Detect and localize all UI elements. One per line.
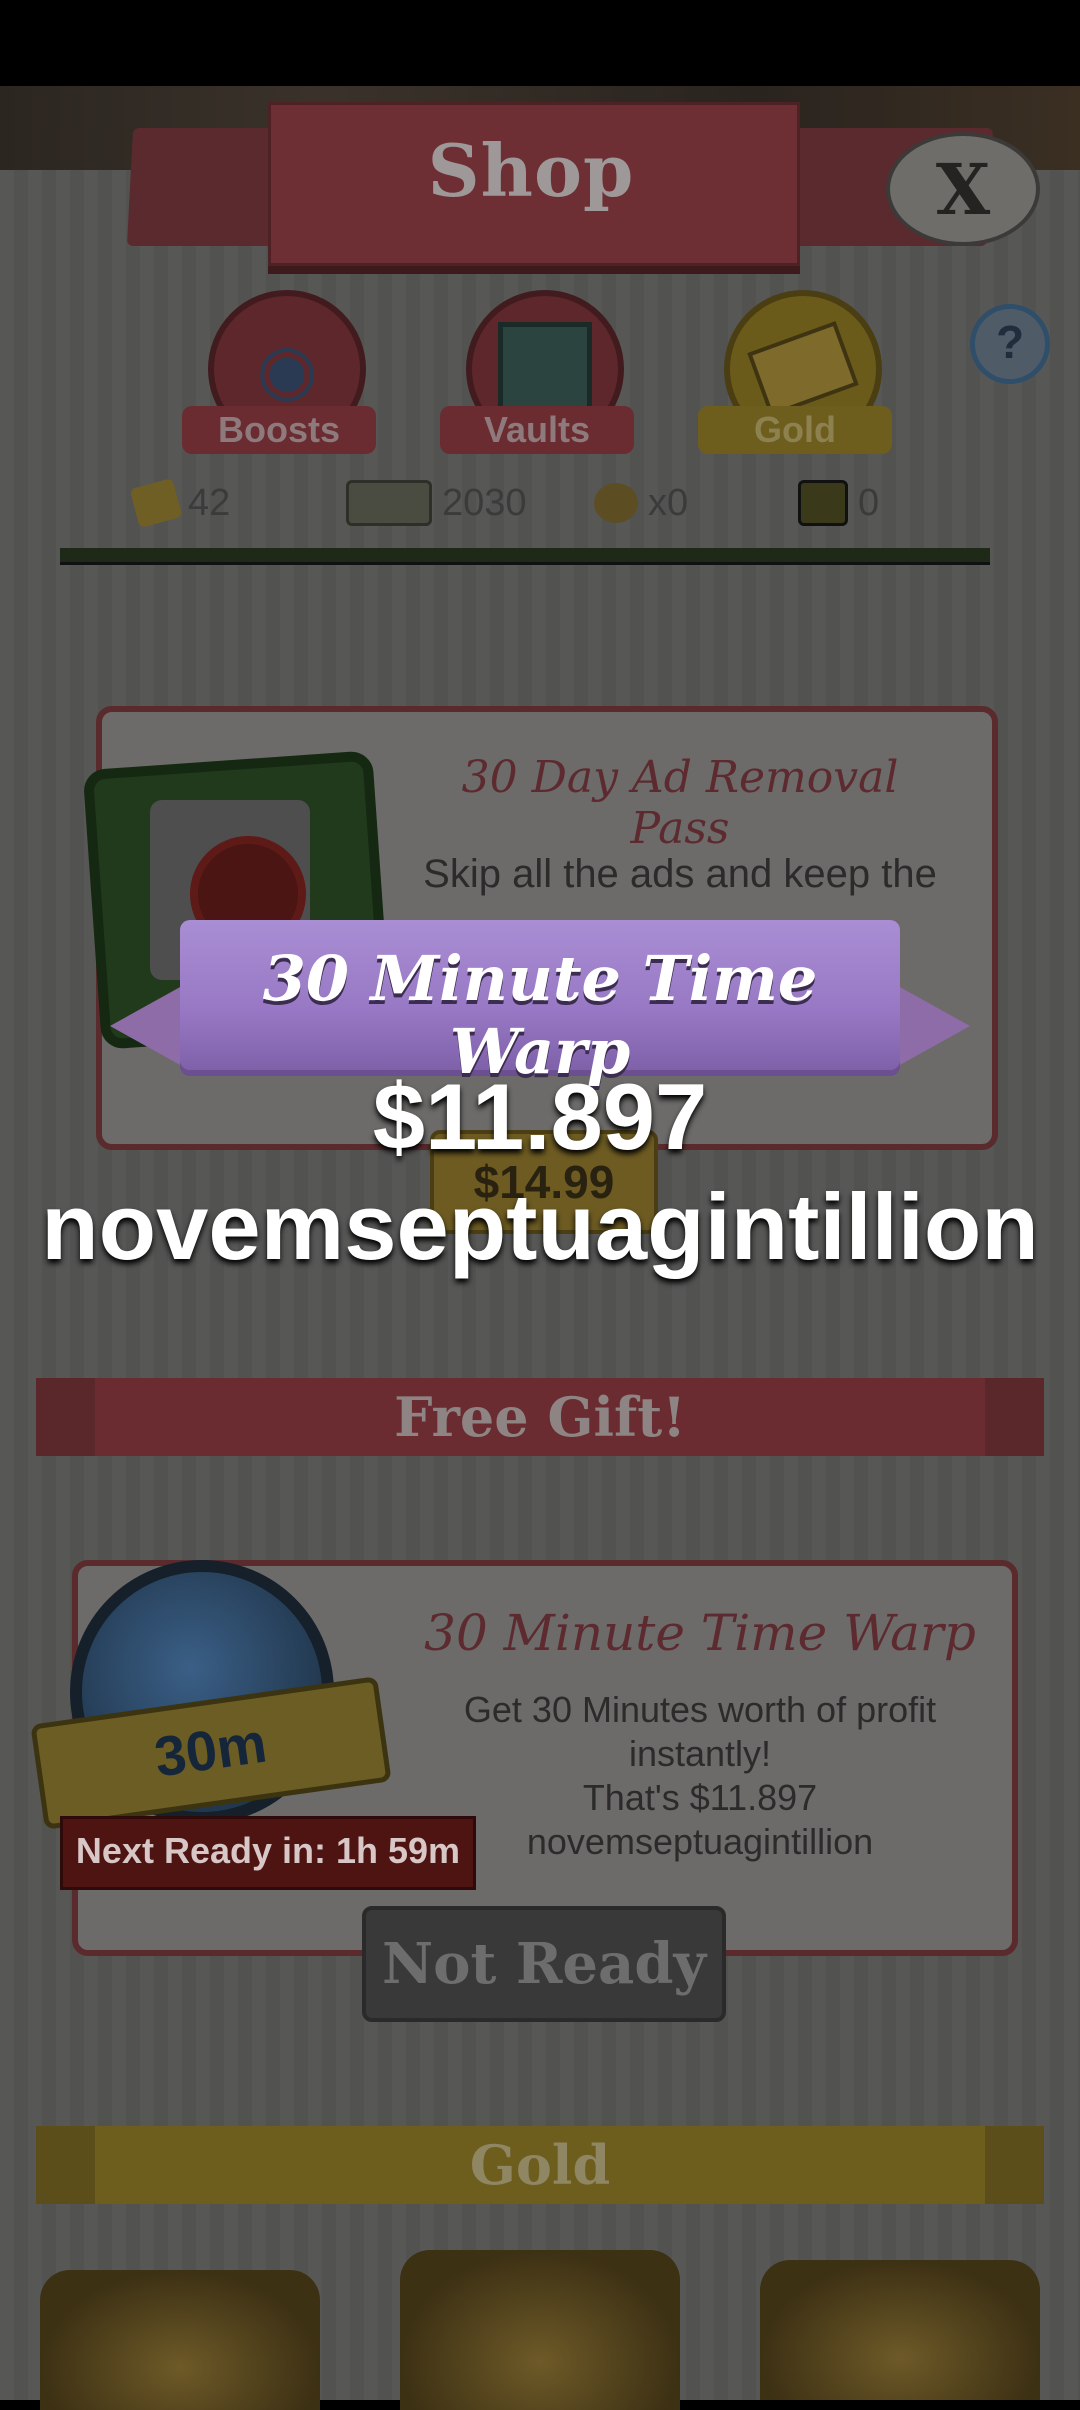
ad-removal-title: 30 Day Ad Removal Pass xyxy=(461,752,899,854)
free-gift-desc-line-3: That's $11.897 novemseptuagintillion xyxy=(526,1777,874,1862)
boost-bag-icon: ◉ xyxy=(256,330,318,408)
free-gift-desc-line-2: instantly! xyxy=(628,1733,772,1774)
currency-gold-value: 42 xyxy=(188,481,231,524)
currency-money-bag-value: x0 xyxy=(648,481,689,524)
currency-mega: 0 xyxy=(798,478,879,528)
gold-pack-medium[interactable] xyxy=(400,2250,680,2410)
popup-value-unit: novemseptuagintillion xyxy=(41,1174,1039,1279)
ad-removal-description: Skip all the ads and keep the xyxy=(423,852,937,896)
currency-gold: 42 xyxy=(129,477,231,529)
gold-section-title: Gold xyxy=(95,2126,985,2204)
tab-gold[interactable]: Gold xyxy=(698,406,892,454)
vault-icon xyxy=(498,322,592,416)
status-bar xyxy=(0,0,1080,86)
currency-cash: 2030 xyxy=(346,478,527,528)
section-divider xyxy=(60,548,990,565)
currency-cash-value: 2030 xyxy=(442,481,527,524)
mega-icon xyxy=(798,480,848,526)
next-ready-timer: Next Ready in: 1h 59m xyxy=(60,1816,476,1890)
free-gift-description: Get 30 Minutes worth of profit instantly… xyxy=(420,1688,980,1864)
free-gift-desc-line-1: Get 30 Minutes worth of profit xyxy=(463,1689,937,1730)
gold-section-band: Gold xyxy=(36,2126,1044,2204)
gold-pack-small[interactable] xyxy=(40,2270,320,2410)
help-button[interactable]: ? xyxy=(970,304,1050,384)
currency-money-bag: x0 xyxy=(594,478,688,528)
close-icon: X xyxy=(935,147,991,231)
money-bag-icon xyxy=(594,483,638,523)
free-gift-section-band: Free Gift! xyxy=(36,1378,1044,1456)
gold-pack-large[interactable] xyxy=(760,2260,1040,2400)
page-title: Shop xyxy=(427,128,635,213)
gold-bar-icon xyxy=(129,477,183,529)
cash-icon xyxy=(346,480,432,526)
tab-vaults[interactable]: Vaults xyxy=(440,406,634,454)
not-ready-button[interactable]: Not Ready xyxy=(362,1906,726,2022)
gold-bar-icon xyxy=(747,320,859,418)
close-button[interactable]: X xyxy=(886,132,1040,246)
tab-boosts[interactable]: Boosts xyxy=(182,406,376,454)
popup-reward-value: $11.897 novemseptuagintillion xyxy=(40,1062,1040,1282)
popup-value-amount: $11.897 xyxy=(372,1064,708,1169)
currency-mega-value: 0 xyxy=(858,481,880,524)
free-gift-title: 30 Minute Time Warp xyxy=(424,1604,976,1662)
free-gift-section-title: Free Gift! xyxy=(95,1378,985,1456)
